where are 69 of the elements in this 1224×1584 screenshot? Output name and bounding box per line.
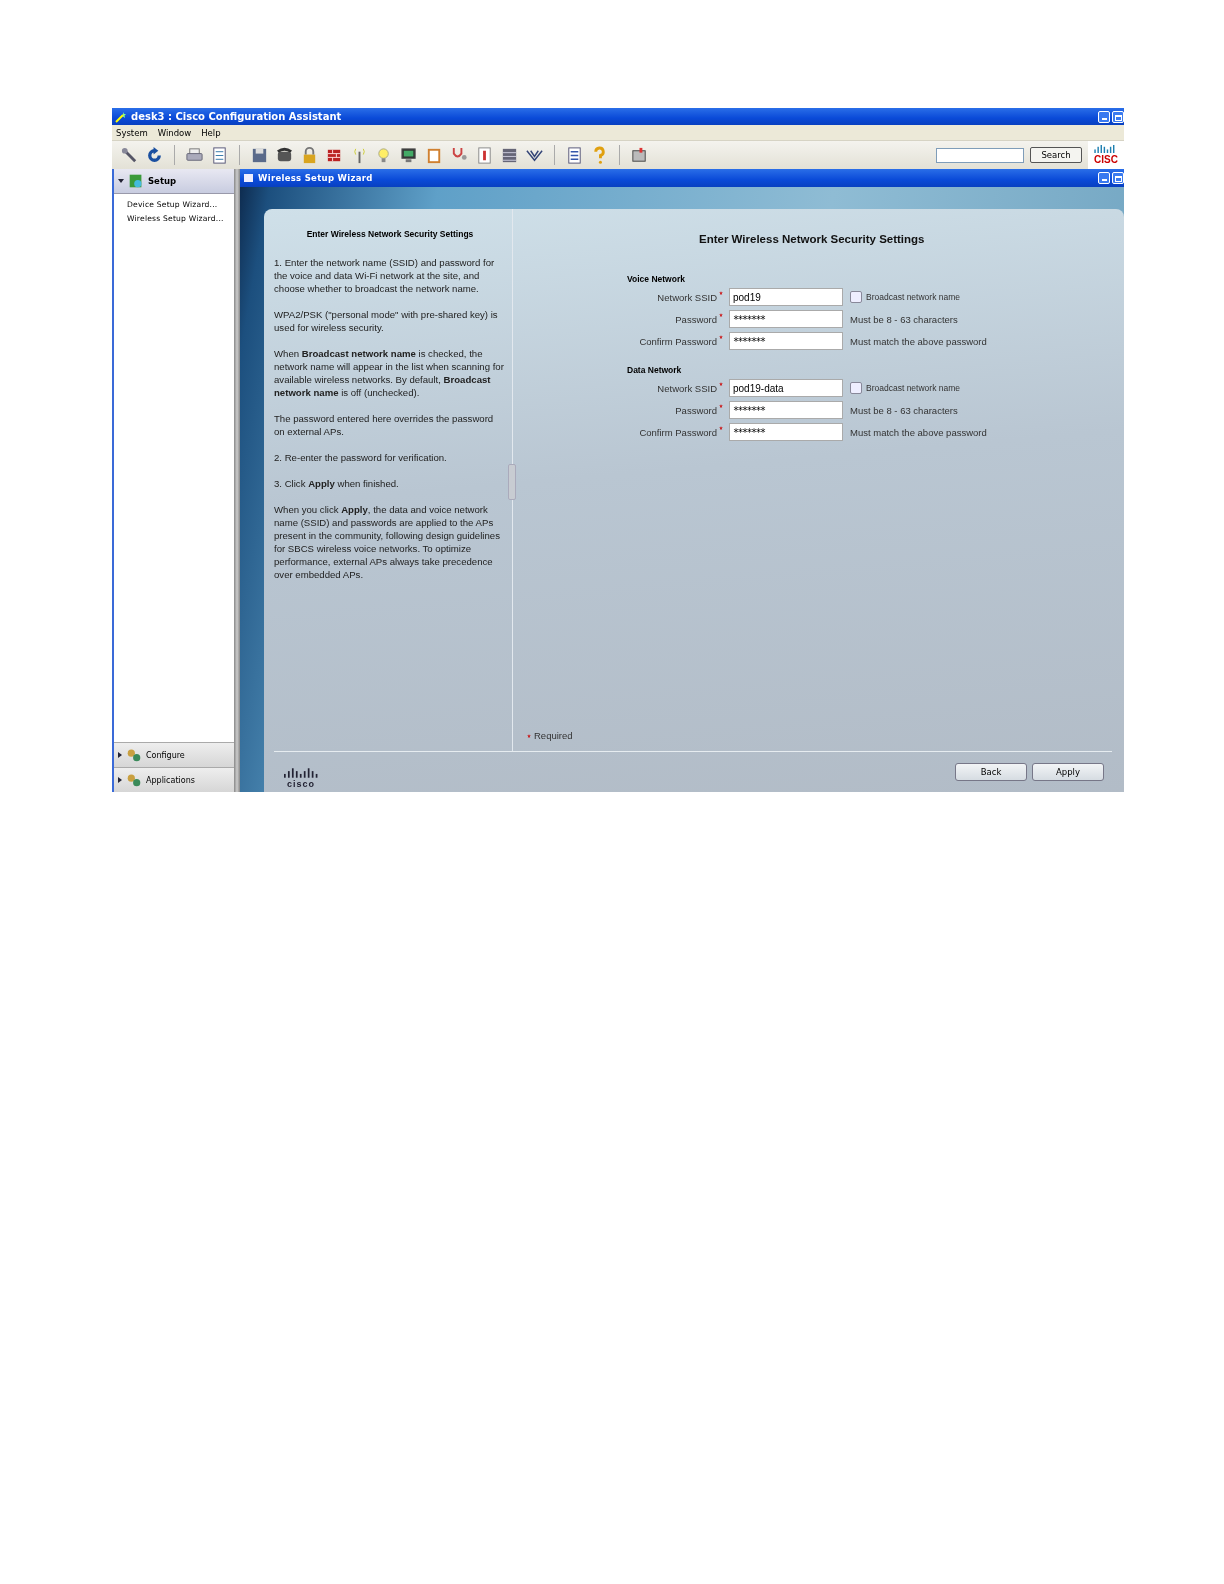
wizard-button[interactable]: Apply [1032,763,1104,781]
window-icon [244,174,253,182]
checkbox[interactable] [850,382,862,394]
logo-bars-icon [1094,145,1116,153]
required-note: Required [534,730,573,741]
text-field[interactable]: pod19 [729,288,843,306]
help-paragraph: The password entered here overrides the password on external APs. [274,412,495,438]
wand-icon [115,110,127,123]
help-paragraph: When Broadcast network name is checked, the network name will appear in the list when scanning for available wireless networks. By default, Broadcast network name is off (unchecked). [274,347,505,399]
wizard-title: Wireless Setup Wizard [258,173,373,183]
required-marker-icon [719,335,723,339]
field-label: Password [674,404,718,416]
field-hint: Must be 8 - 63 characters [850,313,958,325]
section-title: Voice Network [627,274,686,284]
field-label: Network SSID [656,291,718,303]
required-marker-icon [719,313,723,317]
help-paragraph: 1. Enter the network name (SSID) and password for the voice and data Wi-Fi network at the site, and choose whether to broadcast the network name. [274,256,496,295]
sidebar-section[interactable]: Applications [114,767,234,792]
field-hint: Must be 8 - 63 characters [850,404,958,416]
search-field[interactable] [936,147,1024,163]
refresh-icon[interactable] [145,145,164,165]
help-paragraph: WPA2/PSK ("personal mode" with pre-shared key) is used for wireless security. [274,308,499,334]
list-icon[interactable] [565,145,584,165]
required-marker-icon [527,733,531,738]
minimize-button[interactable] [1098,110,1110,123]
text-field[interactable]: ******* [729,332,843,350]
checklist-icon[interactable] [210,145,229,165]
required-marker-icon [719,291,723,295]
menu-item[interactable]: Help [201,127,221,138]
logo-bars-icon [284,767,318,778]
text-field[interactable]: pod19-data [729,379,843,397]
help-title: Enter Wireless Network Security Settings [305,229,475,239]
sidebar-section[interactable]: Configure [114,742,234,767]
cisco-logo: cisco [284,767,318,789]
checkbox-label: Broadcast network name [866,383,961,393]
field-label: Password [674,313,718,325]
maximize-button[interactable] [1112,172,1124,184]
search-button[interactable]: Search [1030,147,1082,163]
field-label: Network SSID [656,382,718,394]
minimize-button[interactable] [1098,172,1110,184]
text-field[interactable]: ******* [729,310,843,328]
required-marker-icon [719,382,723,386]
help-paragraph: 2. Re-enter the password for verification. [274,451,448,464]
collapse-handle[interactable] [508,464,516,500]
text-field[interactable]: ******* [729,423,843,441]
field-hint: Must match the above password [850,426,987,438]
window-title: desk3 : Cisco Configuration Assistant [131,111,342,122]
required-marker-icon [719,426,723,430]
menu-item[interactable]: Window [157,127,192,138]
document-icon[interactable] [475,145,494,165]
help-paragraph: When you click Apply, the data and voice network name (SSID) and passwords are applied to the APs present in the community, following design guidelines for SBCS wireless voice networks. To optimize performance, external APs always take precedence over embedded APs. [274,503,501,581]
field-hint: Must match the above password [850,335,987,347]
wrench-icon[interactable] [120,145,139,165]
section-title: Data Network [627,365,683,375]
mailbox-icon[interactable] [630,145,649,165]
help-paragraph: 3. Click Apply when finished. [274,477,400,490]
monitor-icon[interactable] [400,145,419,165]
text-field[interactable]: ******* [729,401,843,419]
cisco-logo: CISC [1088,141,1124,169]
form-heading: Enter Wireless Network Security Settings [699,233,926,245]
required-marker-icon [719,404,723,408]
field-label: Confirm Password [638,426,718,438]
checkbox-label: Broadcast network name [866,292,961,302]
checkbox[interactable] [850,291,862,303]
wizard-button[interactable]: Back [955,763,1027,781]
sidebar-header[interactable]: Setup [114,169,234,194]
menu-item[interactable]: System [116,127,148,138]
maximize-button[interactable] [1112,110,1124,123]
field-label: Confirm Password [638,335,718,347]
